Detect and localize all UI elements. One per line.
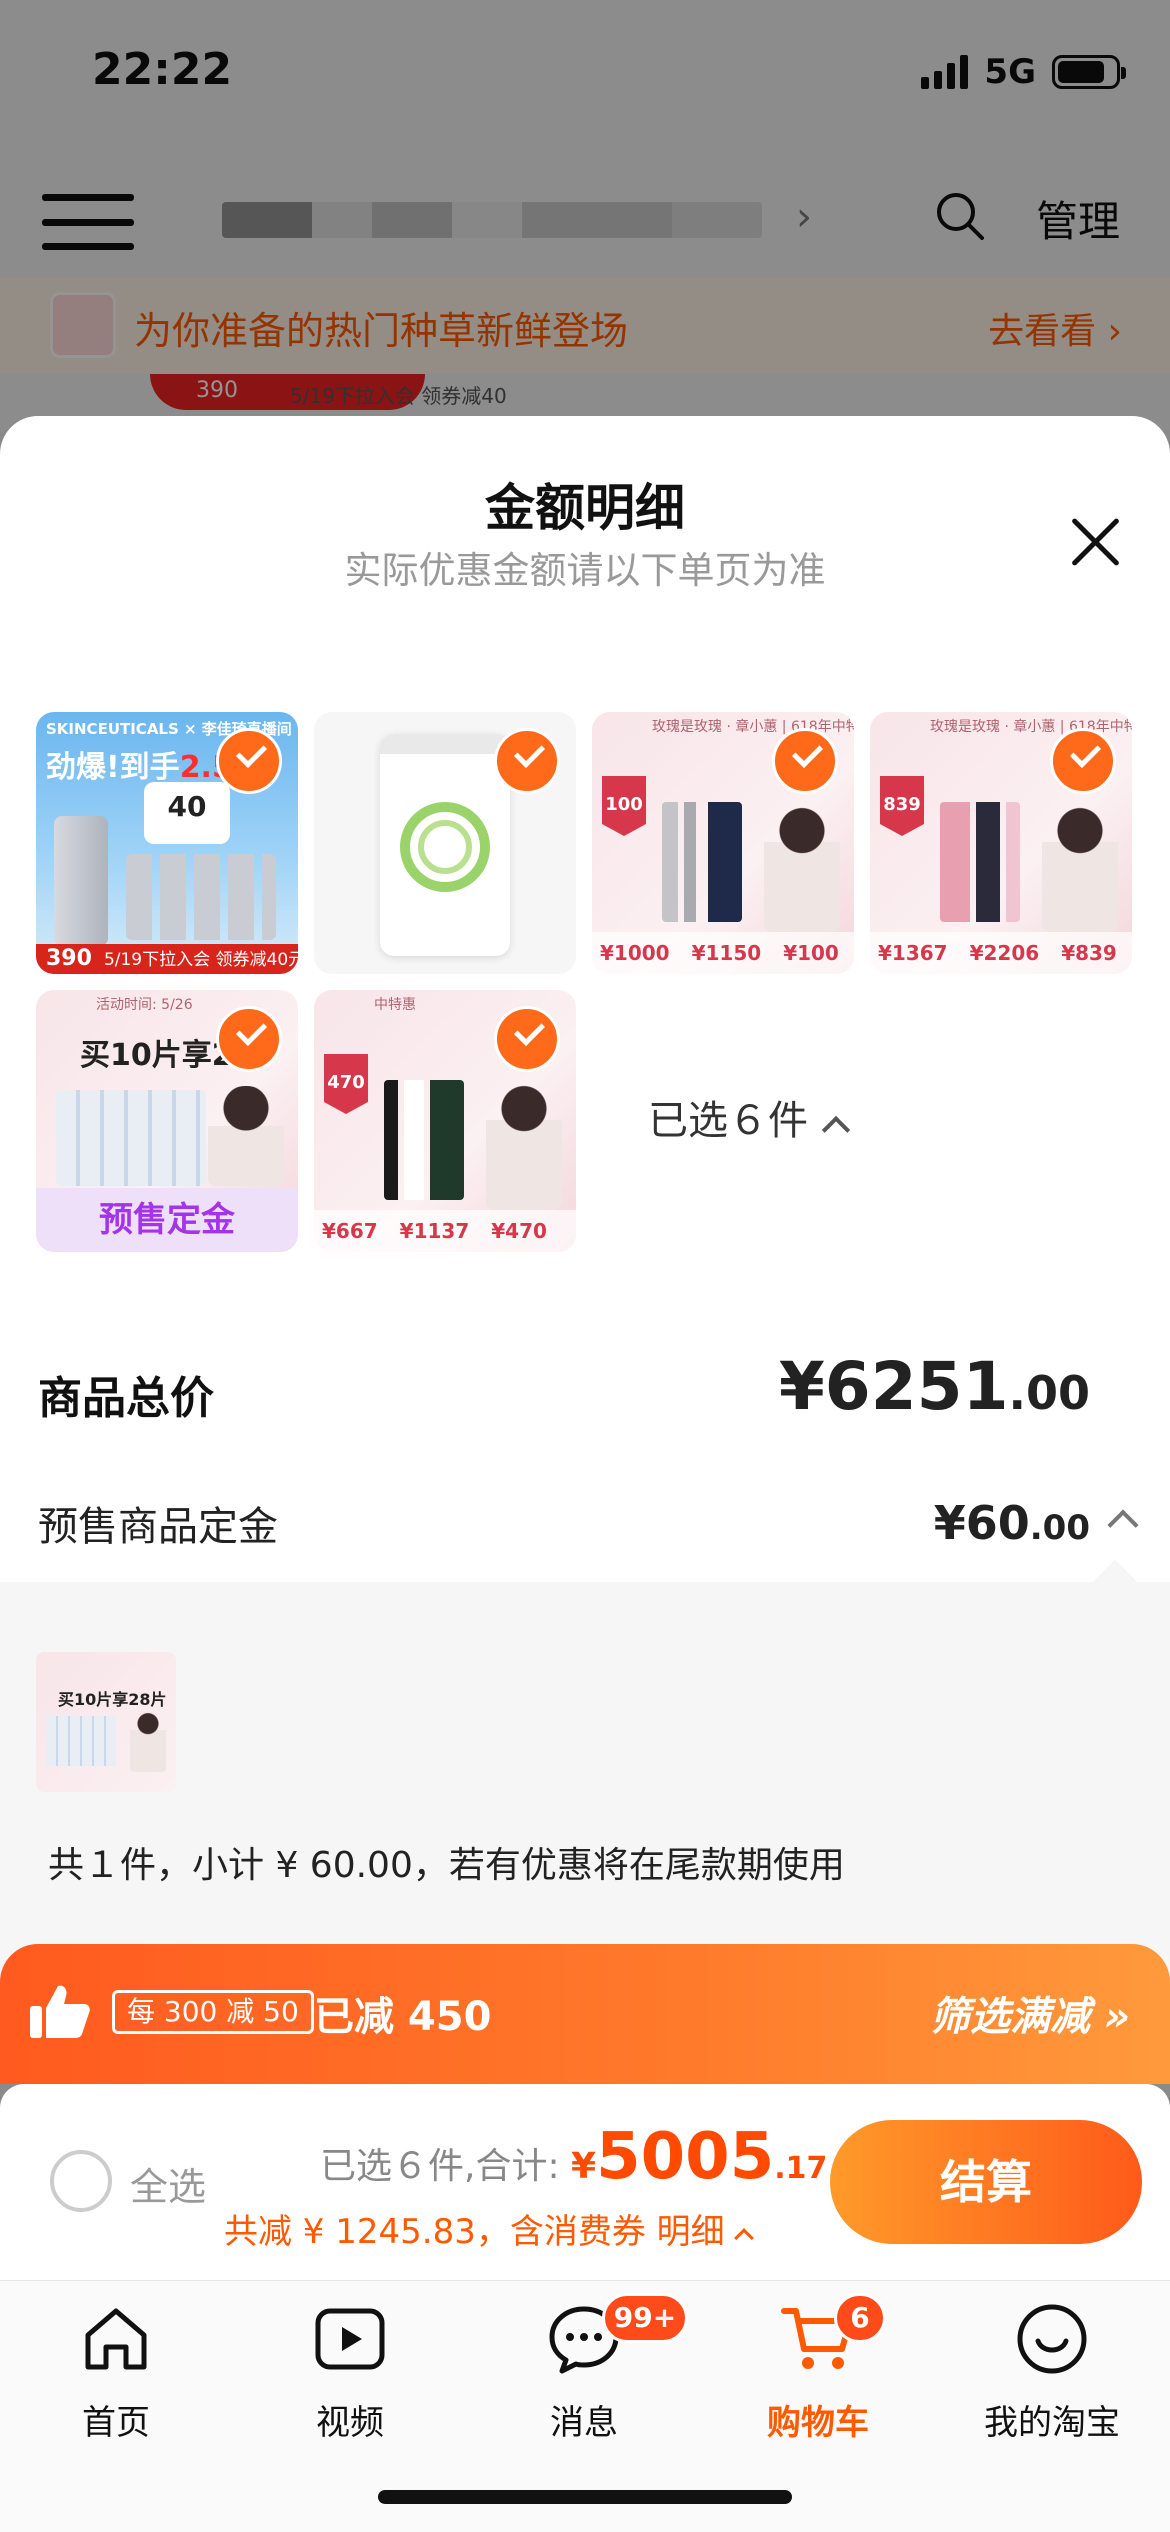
deposit-product-headline: 买10片享28片 xyxy=(58,1690,167,1709)
presale-deposit-label: 预售定金 xyxy=(36,1188,298,1252)
product-image xyxy=(126,854,276,940)
selected-count-toggle[interactable]: 已选６件 xyxy=(648,1088,851,1146)
checkout-total: ¥5005.17 xyxy=(571,2120,828,2194)
select-all-radio[interactable] xyxy=(50,2150,112,2212)
deposit-note: 共１件，小计 ¥ 60.00，若有优惠将在尾款期使用 xyxy=(48,1845,845,1886)
product-badge: 40 xyxy=(144,782,230,844)
select-all-label[interactable]: 全选 xyxy=(130,2156,206,2211)
tab-video[interactable]: 视频 xyxy=(250,2301,450,2444)
home-icon xyxy=(85,2308,147,2370)
tab-cart[interactable]: 6 购物车 xyxy=(718,2293,918,2444)
savings-detail-link[interactable]: 共减 ¥ 1245.83，含消费券 明细 xyxy=(224,2204,754,2253)
checkmark-icon xyxy=(772,728,838,794)
product-thumbnail[interactable]: 中特惠 470 ¥667 ¥1137 ¥470 xyxy=(314,990,576,1252)
product-price-bar: 390 5/19下拉入会 领券减40元 xyxy=(36,944,298,974)
host-image xyxy=(208,1086,284,1186)
selected-items-grid: SKINCEUTICALS × 李佳琦直播间 劲爆!到手2.5支 40 3905… xyxy=(36,712,1136,1272)
discount-banner[interactable]: 每 300 减 50 已减 450 筛选满减 » xyxy=(0,1944,1170,2084)
product-image xyxy=(384,1080,464,1200)
product-thumbnail[interactable]: 玫瑰是玫瑰 · 章小蕙 | 618年中特惠 100 ¥1000 ¥1150 ¥100 xyxy=(592,712,854,974)
product-thumbnail[interactable]: SKINCEUTICALS × 李佳琦直播间 劲爆!到手2.5支 40 3905… xyxy=(36,712,298,974)
checkmark-icon xyxy=(216,1006,282,1072)
product-thumbnail[interactable]: 活动时间: 5/26 买10片享28 预售定金 xyxy=(36,990,298,1252)
product-tag: 100 xyxy=(602,776,646,836)
checkmark-icon xyxy=(216,728,282,794)
cart-badge: 6 xyxy=(834,2293,886,2343)
discount-rule-badge: 每 300 减 50 xyxy=(112,1990,314,2034)
tab-label: 首页 xyxy=(82,2403,150,2443)
product-price-row: ¥1000 ¥1150 ¥100 xyxy=(592,932,854,974)
sheet-subtitle: 实际优惠金额请以下单页为准 xyxy=(344,549,826,592)
chevron-up-icon xyxy=(821,1115,851,1145)
checkmark-icon xyxy=(494,728,560,794)
tab-label: 我的淘宝 xyxy=(984,2403,1120,2443)
product-tag: 839 xyxy=(880,776,924,836)
dim-overlay[interactable] xyxy=(0,0,1170,430)
deposit-detail-panel: 买10片享28片 共１件，小计 ¥ 60.00，若有优惠将在尾款期使用 xyxy=(0,1582,1170,2000)
tab-label: 消息 xyxy=(550,2403,618,2443)
host-image xyxy=(764,802,840,932)
deposit-product-thumbnail[interactable]: 买10片享28片 xyxy=(36,1652,176,1792)
tab-label: 视频 xyxy=(316,2403,384,2443)
product-image xyxy=(662,802,742,922)
product-image xyxy=(940,802,1020,922)
filter-discount-link[interactable]: 筛选满减 » xyxy=(930,1984,1130,2042)
message-badge: 99+ xyxy=(602,2293,688,2343)
product-price-row: ¥667 ¥1137 ¥470 xyxy=(314,1210,576,1252)
amount-detail-sheet: 金额明细 实际优惠金额请以下单页为准 SKINCEUTICALS × 李佳琦直播… xyxy=(0,416,1170,2000)
product-thumbnail[interactable]: 玫瑰是玫瑰 · 章小蕙 | 618年中特惠 839 ¥1367 ¥2206 ¥839 xyxy=(870,712,1132,974)
checkout-button[interactable]: 结算 xyxy=(830,2120,1142,2244)
chevron-up-icon xyxy=(733,2228,754,2248)
tab-label: 购物车 xyxy=(767,2403,869,2443)
presale-deposit-value: ¥60.00 xyxy=(933,1496,1090,1550)
checkmark-icon xyxy=(1050,728,1116,794)
product-thumbnail[interactable] xyxy=(314,712,576,974)
checkout-bar: 全选 已选６件,合计: ¥5005.17 共减 ¥ 1245.83，含消费券 明… xyxy=(0,2084,1170,2280)
close-icon[interactable] xyxy=(1066,512,1126,572)
product-price-row: ¥1367 ¥2206 ¥839 xyxy=(870,932,1132,974)
tab-profile[interactable]: 我的淘宝 xyxy=(952,2301,1152,2444)
home-indicator xyxy=(378,2490,792,2504)
video-icon xyxy=(315,2308,385,2370)
sheet-title: 金额明细 xyxy=(485,479,685,537)
thumbs-up-icon xyxy=(30,1985,90,2038)
total-price-value: ¥6251.00 xyxy=(778,1348,1090,1425)
product-image xyxy=(56,1090,206,1186)
tab-messages[interactable]: 99+ 消息 xyxy=(484,2293,688,2444)
checkout-summary: 已选６件,合计: ¥5005.17 xyxy=(320,2120,828,2194)
product-image xyxy=(54,816,108,946)
checkmark-icon xyxy=(494,1006,560,1072)
host-image xyxy=(486,1080,562,1210)
product-tag: 470 xyxy=(324,1054,368,1114)
profile-icon xyxy=(1017,2304,1087,2374)
host-image xyxy=(1042,802,1118,932)
discount-reduced: 已减 450 xyxy=(314,1994,492,2040)
tab-home[interactable]: 首页 xyxy=(16,2301,216,2444)
